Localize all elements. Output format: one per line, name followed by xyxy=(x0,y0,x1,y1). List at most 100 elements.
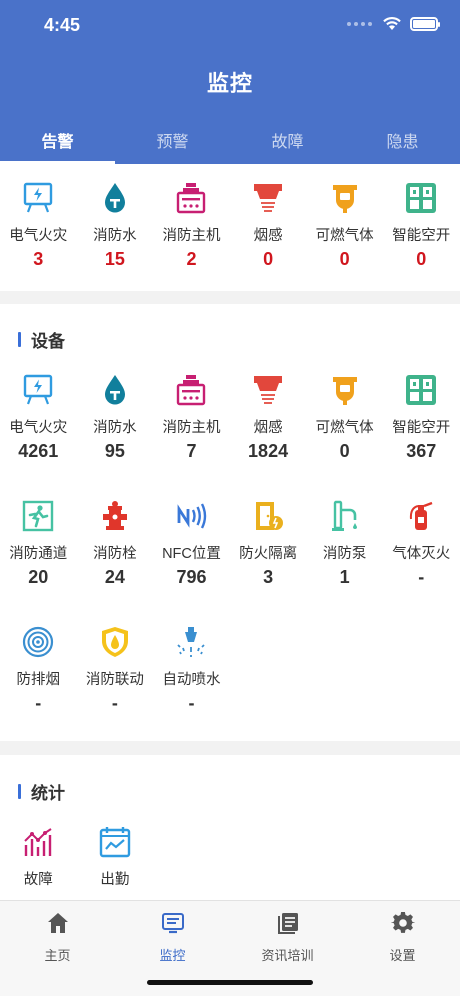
tab-hazard[interactable]: 隐患 xyxy=(345,118,460,164)
device-item-label: 消防水 xyxy=(93,420,137,436)
device-item-count: 1824 xyxy=(248,441,289,461)
device-item-label: 气体灭火 xyxy=(392,546,451,562)
device-item-label: 消防泵 xyxy=(322,546,367,562)
smart-breaker-icon xyxy=(403,372,439,408)
device-item[interactable]: 电气火灾 4261 xyxy=(0,372,77,478)
tabbar-item-label: 设置 xyxy=(389,948,416,963)
electrical-fire-icon xyxy=(20,180,56,216)
alarm-item[interactable]: 电气火灾 3 xyxy=(0,180,77,270)
device-item[interactable]: 气体灭火 - xyxy=(383,498,460,604)
alarm-panel: 电气火灾 3 消防水 15 消防主机 2 烟感 0 可燃气体 0 智能空开 0 xyxy=(0,164,460,291)
category-tabs: 告警 预警 故障 隐患 xyxy=(0,118,460,164)
alarm-item-label: 消防主机 xyxy=(162,228,221,244)
battery-icon xyxy=(410,16,440,31)
wifi-icon xyxy=(383,16,401,30)
alarm-item-label: 智能空开 xyxy=(392,228,451,244)
fault-chart-icon xyxy=(20,824,56,860)
device-grid: 电气火灾 4261 消防水 95 消防主机 7 烟感 1824 可燃气体 0 智能空开 367 消防通道… xyxy=(0,350,460,730)
alarm-item-label: 可燃气体 xyxy=(315,228,374,244)
tab-warning[interactable]: 预警 xyxy=(115,118,230,164)
nfc-icon xyxy=(173,498,209,534)
device-item[interactable]: 消防通道 20 xyxy=(0,498,77,604)
device-item-count: - xyxy=(418,567,425,587)
device-item[interactable]: 消防主机 7 xyxy=(153,372,230,478)
alarm-item[interactable]: 消防主机 2 xyxy=(153,180,230,270)
sprinkler-icon xyxy=(173,624,209,660)
alarm-item-count: 3 xyxy=(33,249,44,269)
device-item[interactable]: 消防水 95 xyxy=(77,372,154,478)
device-item-count: 1 xyxy=(339,567,350,587)
device-item[interactable]: 消防栓 24 xyxy=(77,498,154,604)
alarm-item[interactable]: 可燃气体 0 xyxy=(306,180,383,270)
gas-extinguisher-icon xyxy=(403,498,439,534)
device-item[interactable]: 消防泵 1 xyxy=(306,498,383,604)
device-item-label: 智能空开 xyxy=(392,420,451,436)
status-icons xyxy=(347,16,440,31)
alarm-item-label: 烟感 xyxy=(253,228,283,244)
app-header: 4:45 监控 告警 预警 故障 隐患 xyxy=(0,0,460,164)
device-item[interactable]: 智能空开 367 xyxy=(383,372,460,478)
tabbar-item-home[interactable]: 主页 xyxy=(0,901,115,996)
device-item-count: 95 xyxy=(104,441,125,461)
tabbar-item-gear[interactable]: 设置 xyxy=(345,901,460,996)
device-section-label: 设备 xyxy=(31,331,65,351)
alarm-item[interactable]: 消防水 15 xyxy=(77,180,154,270)
smoke-detector-icon xyxy=(250,372,286,408)
device-item-count: - xyxy=(35,693,42,713)
smoke-exhaust-icon xyxy=(20,624,56,660)
stats-panel: 统计 故障 出勤 xyxy=(0,755,460,900)
alarm-item-count: 0 xyxy=(416,249,427,269)
fire-water-icon xyxy=(97,372,133,408)
smoke-detector-icon xyxy=(250,180,286,216)
device-item-label: 防排烟 xyxy=(16,672,61,688)
stats-section-label: 统计 xyxy=(31,783,65,803)
device-item-label: 电气火灾 xyxy=(9,420,68,436)
tab-alarm[interactable]: 告警 xyxy=(0,118,115,164)
fire-door-icon xyxy=(250,498,286,534)
device-item[interactable]: 自动喷水 - xyxy=(153,624,230,730)
alarm-item-label: 电气火灾 xyxy=(9,228,68,244)
device-item[interactable]: NFC位置 796 xyxy=(153,498,230,604)
device-item[interactable]: 烟感 1824 xyxy=(230,372,307,478)
news-icon xyxy=(276,911,300,940)
alarm-item[interactable]: 烟感 0 xyxy=(230,180,307,270)
stats-section-title: 统计 xyxy=(0,780,460,803)
smart-breaker-icon xyxy=(403,180,439,216)
alarm-item-count: 15 xyxy=(104,249,125,269)
device-item[interactable]: 防火隔离 3 xyxy=(230,498,307,604)
stats-grid: 故障 出勤 xyxy=(0,802,460,889)
device-item-label: 消防联动 xyxy=(85,672,144,688)
device-item-label: 自动喷水 xyxy=(162,672,221,688)
device-item-count: 3 xyxy=(263,567,274,587)
alarm-item[interactable]: 智能空开 0 xyxy=(383,180,460,270)
alarm-item-count: 0 xyxy=(339,249,350,269)
home-indicator xyxy=(147,980,313,985)
device-item-count: 4261 xyxy=(18,441,59,461)
device-item[interactable]: 防排烟 - xyxy=(0,624,77,730)
stats-item[interactable]: 出勤 xyxy=(77,824,154,889)
device-section-title: 设备 xyxy=(0,328,460,351)
fire-pump-icon xyxy=(327,498,363,534)
device-item-label: 烟感 xyxy=(253,420,283,436)
alarm-item-count: 0 xyxy=(263,249,274,269)
device-item-label: 消防主机 xyxy=(162,420,221,436)
device-item[interactable]: 消防联动 - xyxy=(77,624,154,730)
fire-water-icon xyxy=(97,180,133,216)
device-item[interactable]: 可燃气体 0 xyxy=(306,372,383,478)
alarm-item-label: 消防水 xyxy=(93,228,137,244)
stats-item[interactable]: 故障 xyxy=(0,824,77,889)
device-item-label: 消防栓 xyxy=(93,546,137,562)
status-time: 4:45 xyxy=(44,15,81,35)
tabbar-item-label: 主页 xyxy=(44,948,71,963)
device-item-count: 796 xyxy=(176,567,207,587)
device-item-count: 20 xyxy=(28,567,49,587)
device-item-count: 0 xyxy=(339,441,350,461)
alarm-item-count: 2 xyxy=(186,249,197,269)
tab-fault[interactable]: 故障 xyxy=(230,118,345,164)
electrical-fire-icon xyxy=(20,372,56,408)
signal-icon xyxy=(347,21,372,26)
device-item-label: 可燃气体 xyxy=(315,420,374,436)
device-panel: 设备 电气火灾 4261 消防水 95 消防主机 7 烟感 1824 可燃气体 0 智能空开 367 消… xyxy=(0,304,460,741)
tabbar-item-label: 资讯培训 xyxy=(261,948,314,963)
device-item-count: - xyxy=(111,693,118,713)
